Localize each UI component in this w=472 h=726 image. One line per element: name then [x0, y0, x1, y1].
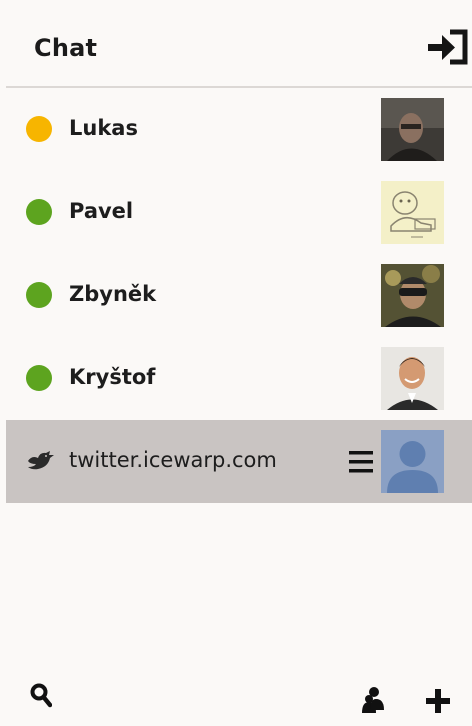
contact-item-zbynek[interactable]: Zbyněk	[6, 254, 472, 337]
chat-header: Chat	[6, 8, 472, 88]
contact-name: Lukas	[69, 116, 138, 140]
avatar	[381, 430, 444, 493]
service-item-twitter[interactable]: twitter.icewarp.com	[6, 420, 472, 503]
contact-item-pavel[interactable]: Pavel	[6, 171, 472, 254]
twitter-bird-icon	[26, 449, 56, 473]
service-name: twitter.icewarp.com	[69, 448, 277, 472]
page-title: Chat	[34, 34, 98, 62]
status-online-icon	[26, 365, 52, 391]
avatar	[381, 347, 444, 410]
contact-list: Lukas Pavel Zbyněk Kryštof twitter.icewa…	[6, 88, 472, 503]
chat-panel: Chat Lukas Pavel Zbyněk Kryštof twitter.…	[6, 8, 472, 726]
hamburger-menu-icon[interactable]	[347, 450, 375, 474]
add-contact-button[interactable]	[425, 688, 451, 714]
contact-name: Zbyněk	[69, 282, 157, 306]
contact-item-lukas[interactable]: Lukas	[6, 88, 472, 171]
manage-contacts-button[interactable]	[361, 686, 387, 714]
contact-name: Pavel	[69, 199, 134, 223]
users-icon	[362, 687, 384, 713]
status-online-icon	[26, 199, 52, 225]
status-online-icon	[26, 282, 52, 308]
search-button[interactable]	[30, 683, 53, 709]
sign-in-button[interactable]	[426, 29, 470, 65]
avatar	[381, 98, 444, 161]
avatar	[381, 264, 444, 327]
plus-icon	[426, 689, 450, 713]
status-away-icon	[26, 116, 52, 142]
search-icon	[30, 683, 53, 708]
contact-item-krystof[interactable]: Kryštof	[6, 337, 472, 420]
contact-name: Kryštof	[69, 365, 156, 389]
avatar	[381, 181, 444, 244]
sign-in-icon	[428, 29, 468, 65]
